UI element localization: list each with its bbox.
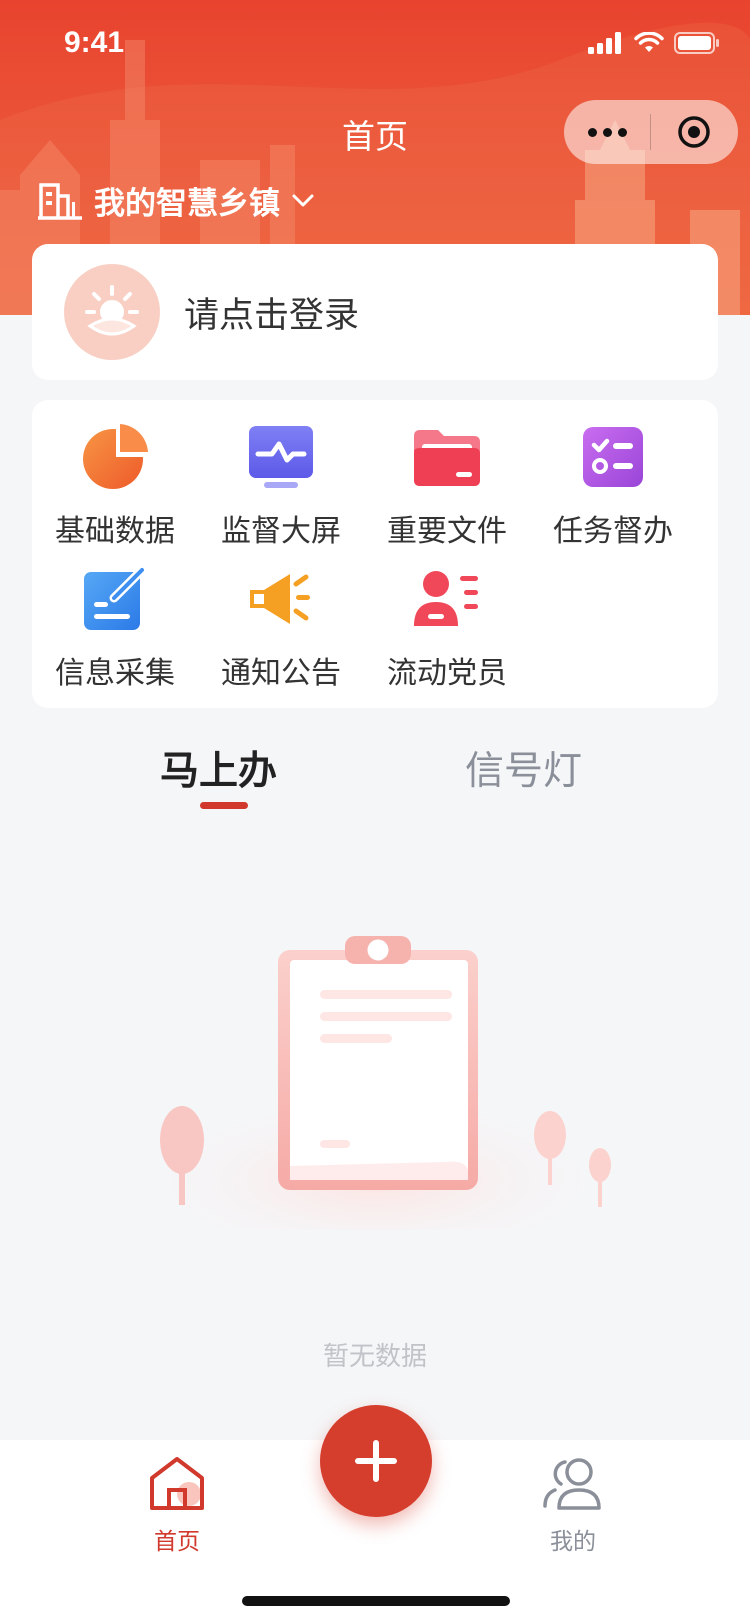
grid-item-label: 任务督办 [553, 514, 673, 549]
town-selector-label: 我的智慧乡镇 [94, 186, 280, 222]
avatar [64, 264, 160, 360]
grid-item-important-files[interactable]: 重要文件 [364, 422, 530, 550]
empty-clipboard-illustration [125, 936, 625, 1230]
status-icons [588, 32, 720, 54]
grid-item-label: 重要文件 [387, 514, 507, 549]
tab-signal-light[interactable]: 信号灯 [465, 740, 582, 796]
building-icon [38, 182, 82, 220]
grid-item-task-supervision[interactable]: 任务督办 [530, 422, 696, 550]
cellular-signal-icon [588, 32, 621, 54]
grid-item-label: 通知公告 [221, 656, 341, 691]
grid-item-mobile-members[interactable]: 流动党员 [364, 564, 530, 692]
function-grid: 基础数据 监督大屏 重要文件 任务督办 信息采集 通知公告 流动党员 [32, 400, 718, 708]
add-button[interactable] [320, 1405, 432, 1517]
edit-note-icon [80, 564, 150, 634]
miniprogram-capsule[interactable] [564, 100, 738, 164]
battery-icon [674, 32, 719, 54]
grid-item-label: 流动党员 [387, 656, 507, 691]
grid-item-monitor-screen[interactable]: 监督大屏 [198, 422, 364, 550]
grid-item-label: 基础数据 [55, 514, 175, 549]
close-target-icon[interactable] [651, 114, 737, 150]
grid-item-basic-data[interactable]: 基础数据 [32, 422, 198, 550]
monitor-screen-icon [246, 422, 316, 492]
task-checklist-icon [578, 422, 648, 492]
wifi-icon [634, 32, 664, 52]
grid-item-label: 监督大屏 [221, 514, 341, 549]
tab-immediate[interactable]: 马上办 [160, 740, 277, 796]
chevron-down-icon [292, 194, 314, 206]
tabbar-item-mine[interactable]: 我的 [513, 1454, 633, 1556]
town-selector[interactable]: 我的智慧乡镇 [38, 178, 314, 223]
grid-item-info-collection[interactable]: 信息采集 [32, 564, 198, 692]
empty-state-text: 暂无数据 [322, 1342, 427, 1372]
login-card[interactable]: 请点击登录 [32, 244, 718, 380]
pie-chart-icon [80, 422, 150, 492]
home-icon [150, 1457, 204, 1510]
person-list-icon [412, 564, 482, 634]
tabbar-item-home[interactable]: 首页 [117, 1454, 237, 1556]
status-bar: 9:41 [0, 0, 750, 90]
tabbar-home-label: 首页 [154, 1529, 200, 1555]
user-group-icon [543, 1458, 601, 1510]
grid-item-label: 信息采集 [55, 656, 175, 691]
tab-active-indicator [200, 802, 248, 809]
folder-icon [412, 422, 482, 492]
sun-flower-icon [85, 285, 139, 336]
tabbar-mine-label: 我的 [550, 1529, 596, 1555]
grid-item-notice[interactable]: 通知公告 [198, 564, 364, 692]
more-icon[interactable] [564, 127, 650, 137]
login-prompt: 请点击登录 [184, 295, 360, 336]
home-indicator [242, 1596, 510, 1606]
megaphone-icon [246, 564, 316, 634]
status-time: 9:41 [64, 26, 125, 59]
plus-icon [355, 1440, 397, 1482]
